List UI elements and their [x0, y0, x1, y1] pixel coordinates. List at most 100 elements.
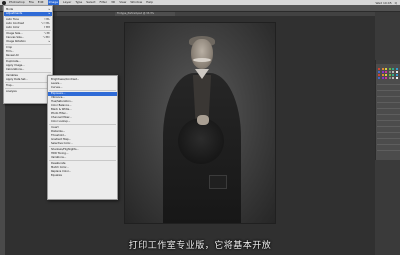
color-swatch[interactable]: [392, 77, 394, 79]
menu-separator: [5, 16, 51, 17]
document-photo[interactable]: [124, 22, 276, 224]
image-menu-item[interactable]: Image Size...: [6, 32, 23, 35]
adjustments-menu-item[interactable]: Curves...: [51, 86, 62, 89]
image-menu-item[interactable]: Auto Tone: [6, 18, 19, 21]
menu-shortcut: ⌥⌘I: [43, 32, 50, 35]
adjustments-menu-item[interactable]: Gradient Map...: [51, 138, 71, 141]
options-bar: [0, 5, 400, 12]
menubar-status: Wed 10:45 Q: [375, 1, 400, 5]
image-menu-item[interactable]: Auto Color: [6, 26, 20, 29]
apple-icon[interactable]: [2, 0, 6, 5]
panel-row: [377, 96, 400, 97]
panel-row: [377, 126, 400, 127]
menu-separator: [49, 124, 116, 125]
adjustments-menu-item[interactable]: Variations...: [51, 156, 66, 159]
panel-header[interactable]: [376, 60, 400, 64]
image-menu-item[interactable]: Crop: [6, 46, 12, 49]
adjustments-menu-item[interactable]: Posterize...: [51, 130, 65, 133]
adjustments-menu-item[interactable]: Channel Mixer...: [51, 116, 72, 119]
panel-row: [377, 90, 400, 91]
color-swatch[interactable]: [381, 74, 384, 76]
adjustments-menu-item[interactable]: Threshold...: [51, 134, 66, 137]
menu-shortcut: ⌥⇧⌘L: [40, 22, 50, 25]
color-swatch[interactable]: [388, 74, 391, 76]
color-swatch[interactable]: [378, 71, 380, 73]
menu-separator: [5, 58, 51, 59]
image-menu-item[interactable]: Analysis: [6, 90, 17, 93]
menu-shortcut: ▸: [48, 40, 50, 43]
image-menu-item[interactable]: Apply Image...: [6, 64, 25, 67]
adjustments-menu-item[interactable]: Exposure...: [51, 92, 65, 95]
color-swatch[interactable]: [385, 77, 387, 79]
adjustments-menu-item[interactable]: Replace Color...: [51, 170, 71, 173]
adjustments-menu-item[interactable]: Invert: [51, 126, 59, 129]
menu-shortcut: ▸: [48, 8, 50, 11]
menu-separator: [49, 160, 116, 161]
color-panel: [375, 60, 400, 160]
panel-row: [377, 138, 400, 139]
image-menu-item[interactable]: Apply Data Set...: [6, 78, 28, 81]
adjustments-menu-item[interactable]: Levels...: [51, 82, 62, 85]
color-swatch[interactable]: [381, 71, 384, 73]
figure-hand: [197, 115, 209, 125]
panel-row: [377, 144, 400, 145]
color-swatch[interactable]: [395, 77, 398, 79]
color-swatch[interactable]: [378, 68, 380, 70]
menu-separator: [5, 30, 51, 31]
image-menu-item[interactable]: Mode: [6, 8, 13, 11]
adjustments-menu-item[interactable]: Shadows/Highlights...: [51, 148, 79, 151]
color-swatch[interactable]: [381, 77, 384, 79]
color-swatch[interactable]: [385, 71, 387, 73]
adjustments-menu-item[interactable]: Match Color...: [51, 166, 69, 169]
adjustments-menu-item[interactable]: Brightness/Contrast...: [51, 78, 79, 81]
panel-row: [377, 84, 400, 85]
panel-row: [377, 108, 400, 109]
menu-shortcut: ⇧⌘L: [43, 18, 50, 21]
menu-separator: [5, 44, 51, 45]
menu-shortcut: ⇧⌘B: [43, 26, 50, 29]
image-menu-item[interactable]: Canvas Size...: [6, 36, 24, 39]
image-menu-item[interactable]: Trap...: [6, 84, 14, 87]
color-swatch[interactable]: [395, 74, 398, 76]
adjustments-menu-item[interactable]: Black & White...: [51, 108, 72, 111]
color-swatch[interactable]: [381, 68, 384, 70]
menu-shortcut: ⌥⌘C: [42, 36, 50, 39]
adjustments-menu-item[interactable]: Color Balance...: [51, 104, 71, 107]
adjustments-menu-item[interactable]: Color Lookup...: [51, 120, 70, 123]
image-menu-item[interactable]: Variables: [6, 74, 18, 77]
menu-separator: [5, 88, 51, 89]
adjustments-menu-item[interactable]: Desaturate: [51, 162, 65, 165]
color-swatch[interactable]: [378, 74, 380, 76]
menu-separator: [49, 146, 116, 147]
adjustments-menu-item[interactable]: Hue/Saturation...: [51, 100, 73, 103]
image-menu-item[interactable]: Reveal All: [6, 54, 19, 57]
color-swatch[interactable]: [388, 68, 391, 70]
adjustments-menu-item[interactable]: Equalize: [51, 174, 62, 177]
color-swatch[interactable]: [392, 68, 394, 70]
adjustments-menu-item[interactable]: HDR Toning...: [51, 152, 68, 155]
panel-row: [377, 120, 400, 121]
image-menu-item[interactable]: Auto Contrast: [6, 22, 24, 25]
color-swatch[interactable]: [378, 77, 380, 79]
image-menu-item[interactable]: Adjustments: [6, 12, 22, 15]
image-menu-item[interactable]: Image Rotation: [6, 40, 26, 43]
image-menu-item[interactable]: Trim...: [6, 50, 14, 53]
panel-row: [377, 150, 400, 151]
color-swatch[interactable]: [385, 68, 387, 70]
spotlight-icon[interactable]: Q: [395, 1, 397, 5]
color-swatch[interactable]: [388, 77, 391, 79]
color-swatch[interactable]: [385, 74, 387, 76]
menu-separator: [5, 82, 51, 83]
adjustments-menu-item[interactable]: Vibrance...: [51, 96, 65, 99]
figure-head: [191, 39, 213, 69]
adjustments-menu-item[interactable]: Selective Color...: [51, 142, 73, 145]
menu-separator: [5, 72, 51, 73]
adjustments-menu-item[interactable]: Photo Filter...: [51, 112, 68, 115]
image-menu-item[interactable]: Calculations...: [6, 68, 24, 71]
color-swatch[interactable]: [395, 71, 398, 73]
image-menu-item[interactable]: Duplicate...: [6, 60, 21, 63]
color-swatch[interactable]: [395, 68, 398, 70]
color-swatch[interactable]: [388, 71, 391, 73]
color-swatch[interactable]: [392, 71, 394, 73]
color-swatch[interactable]: [392, 74, 394, 76]
